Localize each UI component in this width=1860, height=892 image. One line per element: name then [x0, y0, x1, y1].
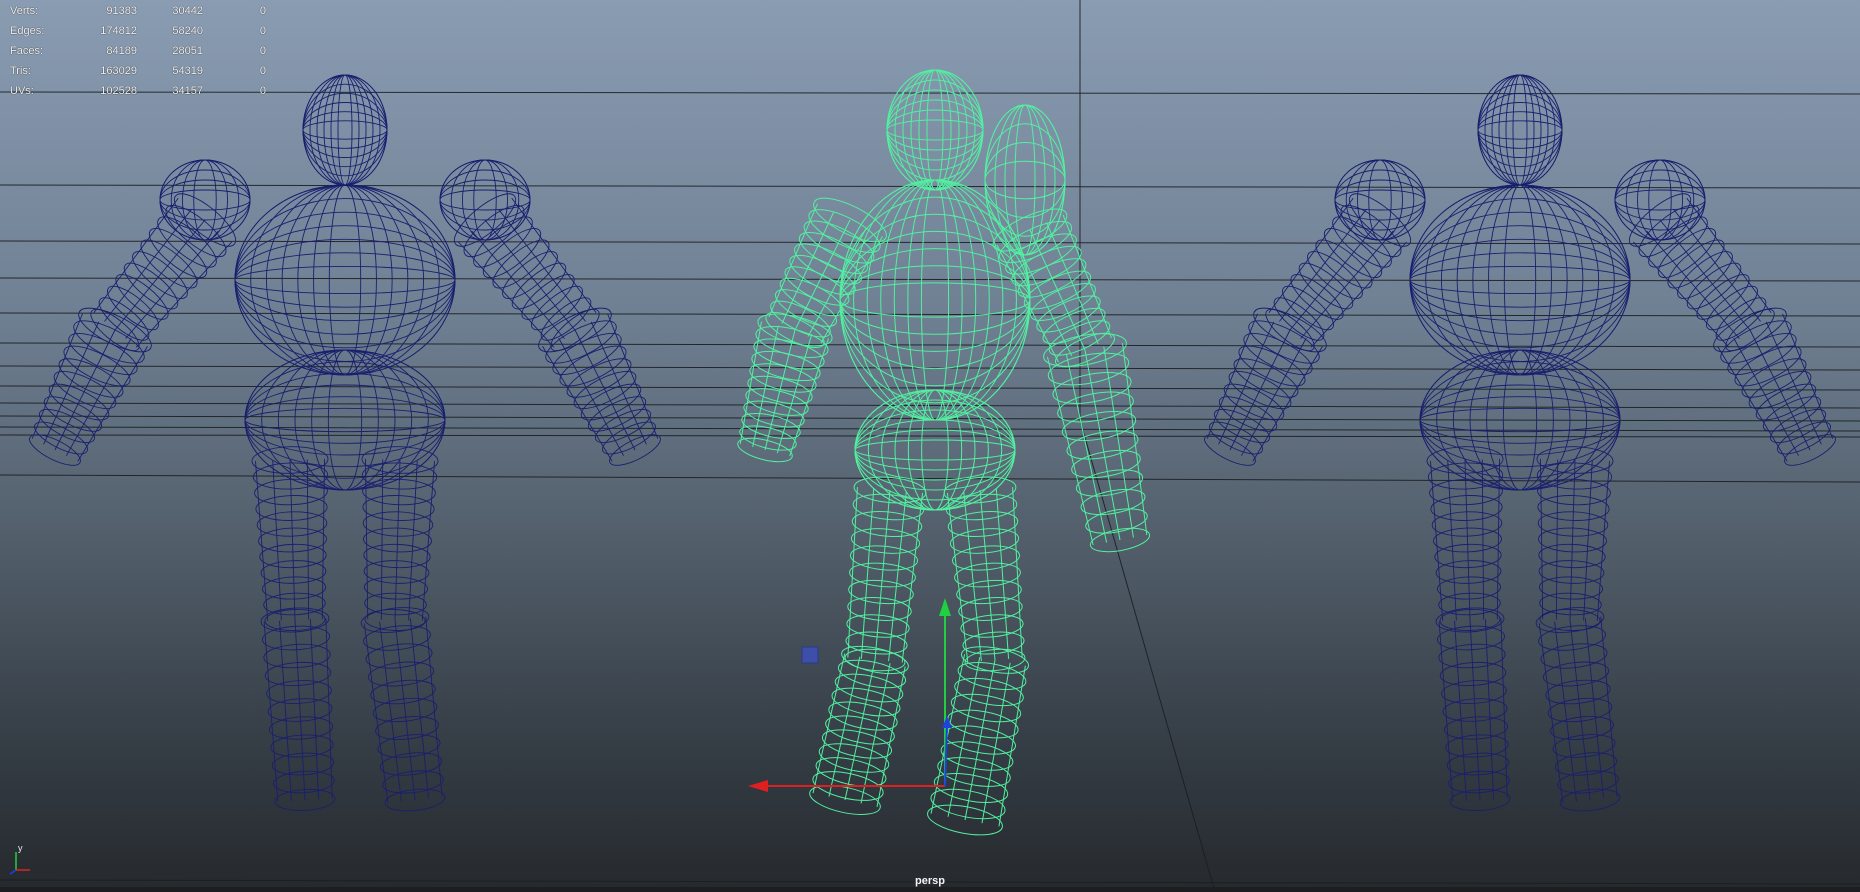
hud-label: Faces: [10, 45, 44, 57]
hud-row-faces: Faces: 84189 28051 0 [10, 41, 266, 61]
hud-label: UVs: [10, 85, 34, 97]
manipulator-y-arrow[interactable] [939, 598, 951, 616]
transform-manipulator[interactable] [0, 0, 1860, 892]
viewport-bottom-edge [0, 887, 1860, 892]
pivot-handle[interactable] [801, 646, 819, 664]
hud-total: 84189 [106, 45, 137, 57]
hud-row-uvs: UVs: 102528 34157 0 [10, 81, 266, 101]
hud-component: 0 [259, 65, 266, 77]
hud-total: 91383 [106, 5, 137, 17]
hud-selected: 54319 [172, 65, 203, 77]
hud-total: 102528 [100, 85, 137, 97]
hud-total: 174812 [100, 25, 137, 37]
hud-total: 163029 [100, 65, 137, 77]
perspective-viewport[interactable] [0, 0, 1860, 892]
hud-selected: 28051 [172, 45, 203, 57]
camera-name-label: persp [915, 875, 945, 887]
hud-label: Verts: [10, 5, 39, 17]
axis-y-label: y [18, 843, 23, 853]
hud-label: Edges: [10, 25, 45, 37]
hud-selected: 30442 [172, 5, 203, 17]
view-axis-indicator-icon: y [9, 843, 30, 875]
hud-selected: 34157 [172, 85, 203, 97]
hud-row-edges: Edges: 174812 58240 0 [10, 21, 266, 41]
hud-label: Tris: [10, 65, 31, 77]
manipulator-x-arrow[interactable] [748, 780, 768, 792]
hud-component: 0 [259, 85, 266, 97]
manipulator-z-arrow[interactable] [942, 716, 952, 728]
hud-component: 0 [259, 45, 266, 57]
hud-row-verts: Verts: 91383 30442 0 [10, 1, 266, 21]
poly-count-hud: Verts: 91383 30442 0 Edges: 174812 58240… [10, 1, 266, 101]
hud-component: 0 [259, 5, 266, 17]
hud-row-tris: Tris: 163029 54319 0 [10, 61, 266, 81]
hud-selected: 58240 [172, 25, 203, 37]
hud-component: 0 [259, 25, 266, 37]
